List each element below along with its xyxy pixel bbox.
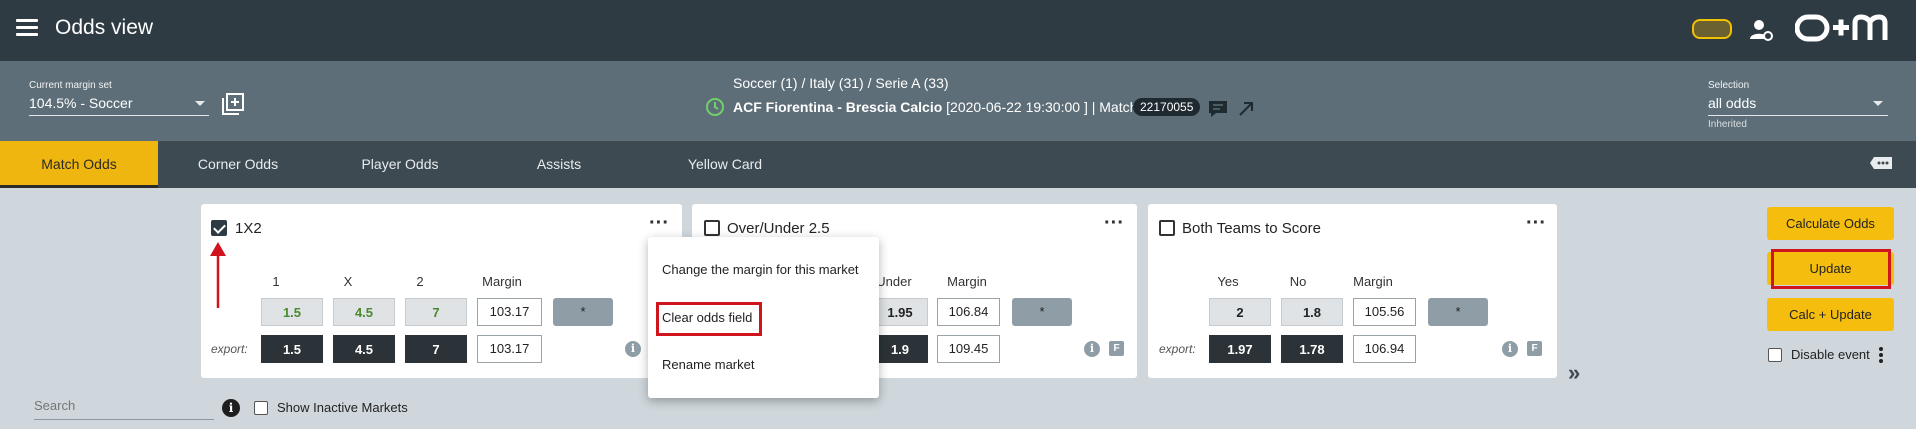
export-odd-value: 7 — [405, 335, 467, 363]
tab-assists[interactable]: Assists — [520, 141, 598, 188]
odd-value[interactable]: 1.8 — [1281, 298, 1343, 326]
message-icon[interactable] — [1869, 156, 1893, 174]
chevron-down-icon[interactable] — [195, 101, 205, 106]
margin-set-label: Current margin set — [29, 80, 112, 91]
match-info: ACF Fiorentina - Brescia Calcio [2020-06… — [733, 99, 1155, 115]
top-bar: Odds view — [0, 0, 1916, 61]
tab-player-odds[interactable]: Player Odds — [345, 141, 455, 188]
margin-input[interactable]: 103.17 — [477, 298, 542, 326]
info-icon[interactable]: i — [222, 399, 240, 417]
column-header: Under — [876, 274, 912, 289]
export-odd-value: 1.78 — [1281, 335, 1343, 363]
info-icon[interactable]: i — [625, 341, 641, 357]
export-margin-input: 106.94 — [1353, 335, 1416, 363]
export-odd-value: 1.9 — [872, 335, 928, 363]
export-margin-input: 103.17 — [477, 335, 542, 363]
annotation-arrow-icon — [210, 242, 226, 308]
column-header: Yes — [1217, 274, 1239, 289]
column-header: 1 — [272, 274, 280, 289]
event-header: Current margin set 104.5% - Soccer Socce… — [0, 61, 1916, 141]
market-tabs: Match Odds Corner Odds Player Odds Assis… — [0, 141, 1916, 188]
calculate-odds-button[interactable]: Calculate Odds — [1767, 207, 1894, 240]
column-header: 2 — [416, 274, 424, 289]
market-card-1x2: 1X2 ··· 1 X 2 Margin 1.5 4.5 7 103.17 * … — [201, 204, 682, 378]
selection-select[interactable]: all odds — [1708, 95, 1756, 111]
selection-label: Selection — [1708, 80, 1750, 91]
tab-yellow-card[interactable]: Yellow Card — [670, 141, 780, 188]
hamburger-icon[interactable] — [16, 19, 38, 37]
margin-set-select[interactable]: 104.5% - Soccer — [29, 95, 133, 111]
info-icon[interactable]: i — [1084, 341, 1100, 357]
star-button[interactable]: * — [1428, 298, 1488, 326]
market-title: Over/Under 2.5 — [727, 220, 830, 237]
export-label: export: — [1159, 342, 1196, 356]
external-link-icon[interactable] — [1236, 99, 1256, 119]
odd-value[interactable]: 4.5 — [333, 298, 395, 326]
export-margin-input: 109.45 — [937, 335, 1000, 363]
add-market-icon[interactable] — [222, 93, 244, 115]
highlight-box — [1771, 249, 1891, 289]
disable-event-checkbox[interactable] — [1768, 348, 1782, 362]
market-card-both-teams-to-score: Both Teams to Score ··· Yes No Margin 2 … — [1148, 204, 1557, 378]
clock-icon — [706, 98, 724, 116]
formula-icon[interactable]: F — [1527, 341, 1542, 356]
info-icon[interactable]: i — [1502, 341, 1518, 357]
search-input[interactable] — [34, 398, 214, 413]
column-header: Margin — [1353, 274, 1393, 289]
market-title: 1X2 — [235, 220, 262, 237]
margin-input[interactable]: 105.56 — [1353, 298, 1416, 326]
market-checkbox[interactable] — [1159, 220, 1175, 236]
export-odd-value: 1.5 — [261, 335, 323, 363]
highlight-box — [656, 302, 762, 336]
show-inactive-label: Show Inactive Markets — [277, 400, 408, 415]
tab-corner-odds[interactable]: Corner Odds — [183, 141, 293, 188]
market-checkbox[interactable] — [211, 220, 227, 236]
odd-value[interactable]: 1.95 — [872, 298, 928, 326]
menu-item-rename-market[interactable]: Rename market — [662, 357, 754, 372]
breadcrumb: Soccer (1) / Italy (31) / Serie A (33) — [733, 75, 949, 91]
star-button[interactable]: * — [1012, 298, 1072, 326]
margin-input[interactable]: 106.84 — [937, 298, 1000, 326]
column-header: X — [343, 274, 353, 289]
chevron-down-icon[interactable] — [1873, 101, 1883, 106]
menu-item-change-margin[interactable]: Change the margin for this market — [662, 262, 859, 277]
odd-value[interactable]: 2 — [1209, 298, 1271, 326]
export-odd-value: 4.5 — [333, 335, 395, 363]
column-header: No — [1289, 274, 1307, 289]
export-odd-value: 1.97 — [1209, 335, 1271, 363]
margin-set-underline — [29, 115, 209, 116]
user-settings-icon[interactable] — [1748, 17, 1774, 43]
page-title: Odds view — [55, 16, 154, 39]
market-title: Both Teams to Score — [1182, 220, 1321, 237]
logo — [1795, 14, 1888, 42]
status-toggle[interactable] — [1692, 19, 1732, 39]
disable-event-label: Disable event — [1791, 347, 1870, 362]
selection-underline — [1708, 115, 1888, 116]
chevron-double-right-icon[interactable]: » — [1568, 360, 1580, 386]
comment-icon[interactable] — [1208, 100, 1228, 118]
show-inactive-checkbox[interactable] — [254, 401, 268, 415]
search-underline — [34, 419, 214, 420]
export-label: export: — [211, 342, 248, 356]
star-button[interactable]: * — [553, 298, 613, 326]
column-header: Margin — [947, 274, 987, 289]
odd-value[interactable]: 1.5 — [261, 298, 323, 326]
odd-value[interactable]: 7 — [405, 298, 467, 326]
more-vertical-icon[interactable] — [1878, 346, 1884, 364]
tab-match-odds[interactable]: Match Odds — [0, 141, 158, 188]
more-options-icon[interactable]: ··· — [649, 213, 669, 233]
match-time: [2020-06-22 19:30:00 ] | Match ID — [942, 99, 1156, 115]
calc-update-button[interactable]: Calc + Update — [1767, 298, 1894, 331]
formula-icon[interactable]: F — [1109, 341, 1124, 356]
market-checkbox[interactable] — [704, 220, 720, 236]
more-options-icon[interactable]: ··· — [1526, 213, 1546, 233]
column-header: Margin — [482, 274, 522, 289]
match-name: ACF Fiorentina - Brescia Calcio — [733, 99, 943, 115]
market-context-menu: Change the margin for this market Clear … — [648, 237, 879, 398]
match-id-badge: 22170055 — [1133, 98, 1201, 116]
more-options-icon[interactable]: ··· — [1104, 213, 1124, 233]
inherited-note: Inherited — [1708, 119, 1747, 130]
